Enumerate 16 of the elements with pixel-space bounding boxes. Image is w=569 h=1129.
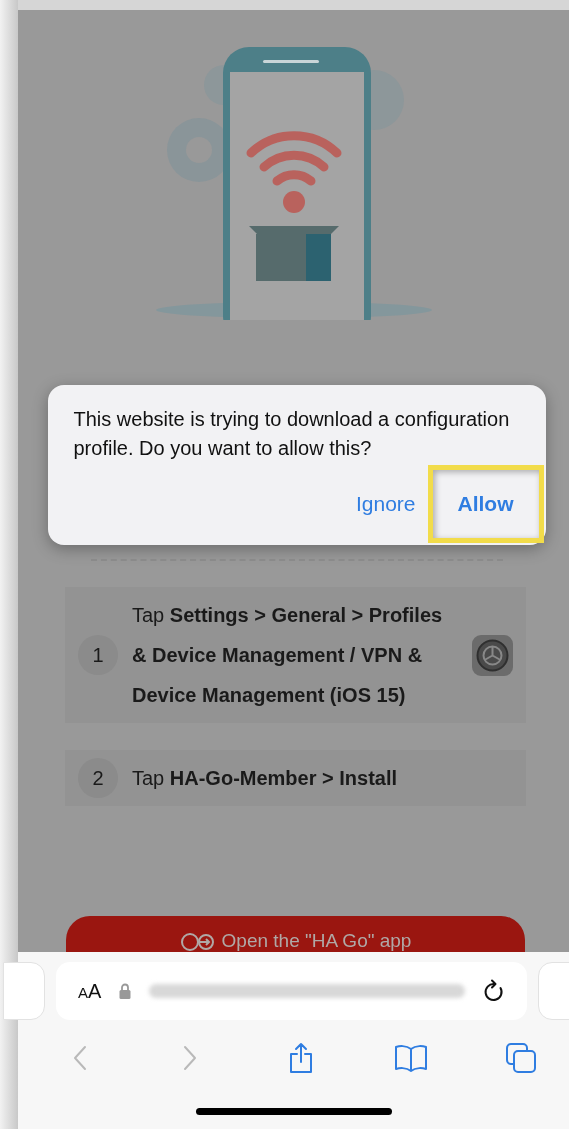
tabs-icon[interactable]: [505, 1042, 537, 1074]
lock-icon: [119, 983, 132, 999]
text-size-button[interactable]: AA: [78, 976, 102, 1006]
step-number: 1: [78, 635, 118, 675]
dialog-message: This website is trying to download a configuration profile. Do you want to allow this?: [73, 407, 510, 461]
dialog-button[interactable]: Allow: [427, 465, 544, 543]
book-icon[interactable]: [393, 1044, 428, 1072]
step-number: 2: [78, 758, 118, 798]
step-instruction: Tap Settings > General > Profiles & Device Management / VPN & Device Management (iOS 15): [132, 603, 444, 708]
logo-icon: [179, 932, 216, 952]
step-instruction: Tap HA-Go-Member > Install: [132, 766, 399, 791]
address-field[interactable]: AA: [56, 962, 527, 1020]
dialog-button[interactable]: Ignore: [353, 465, 418, 543]
reload-icon[interactable]: [483, 979, 505, 1003]
share-icon[interactable]: [287, 1042, 314, 1074]
open-app-button[interactable]: Open the "HA Go" app: [66, 916, 525, 952]
